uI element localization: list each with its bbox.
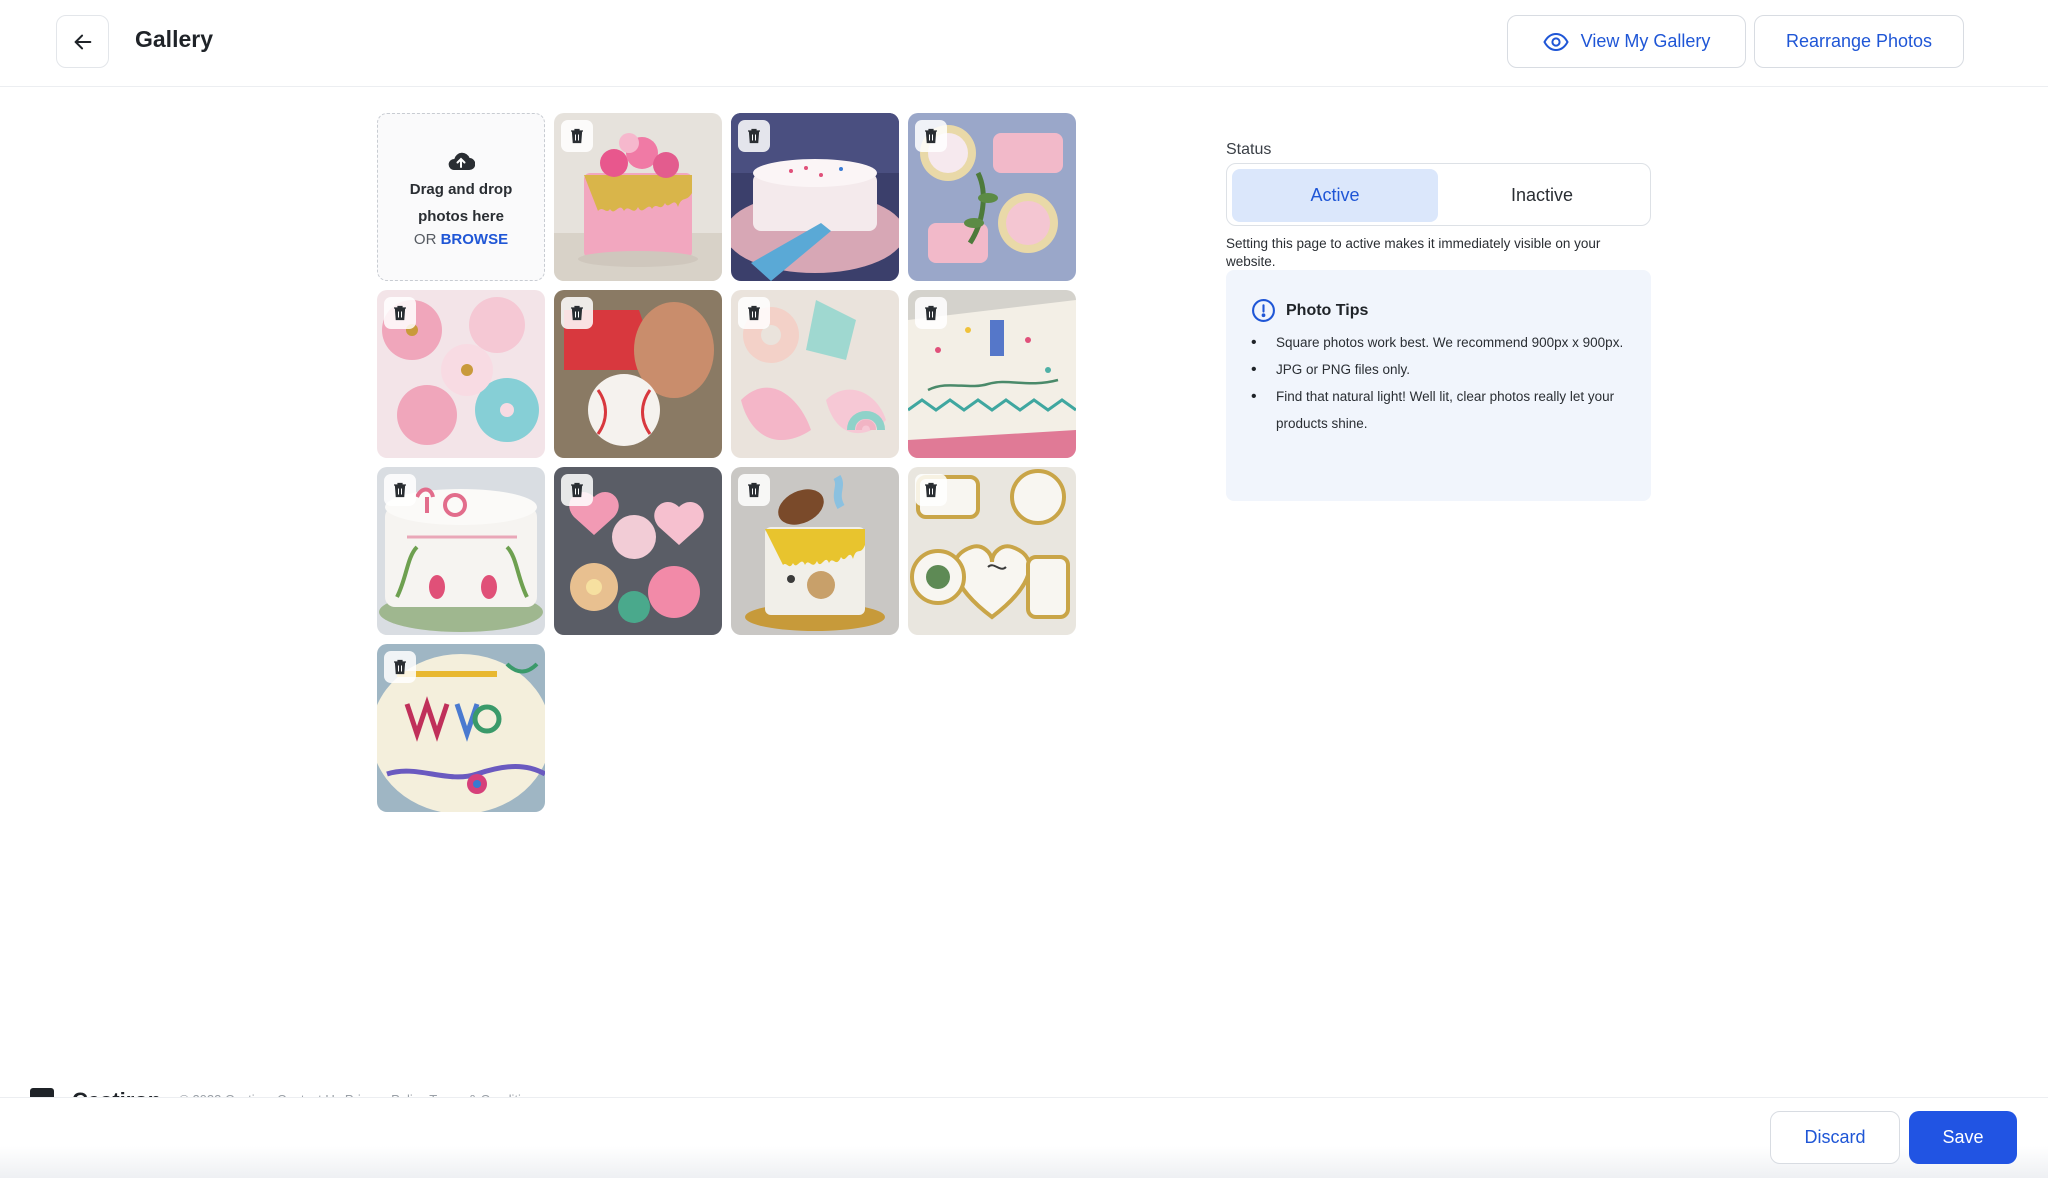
eye-icon xyxy=(1543,32,1569,51)
gallery-photo[interactable] xyxy=(731,290,899,458)
photo-tip: JPG or PNG files only. xyxy=(1251,356,1629,383)
trash-icon xyxy=(571,305,583,321)
gallery-photo[interactable] xyxy=(554,290,722,458)
gallery-photo[interactable] xyxy=(731,467,899,635)
save-button[interactable]: Save xyxy=(1909,1111,2017,1164)
gallery-photo[interactable] xyxy=(377,644,545,812)
photo-grid: Drag and drop photos here OR BROWSE xyxy=(377,113,1076,812)
gallery-photo[interactable] xyxy=(908,467,1076,635)
cloud-upload-icon xyxy=(448,152,475,171)
photo-tips-panel: Photo Tips Square photos work best. We r… xyxy=(1226,270,1651,501)
page-title: Gallery xyxy=(135,26,213,52)
trash-icon xyxy=(925,482,937,498)
trash-icon xyxy=(748,305,760,321)
discard-button[interactable]: Discard xyxy=(1770,1111,1900,1164)
trash-icon xyxy=(571,482,583,498)
gallery-photo[interactable] xyxy=(908,290,1076,458)
delete-photo-button[interactable] xyxy=(738,297,770,329)
gallery-photo[interactable] xyxy=(908,113,1076,281)
view-my-gallery-button[interactable]: View My Gallery xyxy=(1507,15,1746,68)
delete-photo-button[interactable] xyxy=(561,474,593,506)
upload-or: OR xyxy=(413,231,437,248)
status-toggle: Active Inactive xyxy=(1226,163,1651,226)
delete-photo-button[interactable] xyxy=(561,120,593,152)
status-active-option[interactable]: Active xyxy=(1232,169,1438,222)
browse-link[interactable]: BROWSE xyxy=(441,231,509,248)
delete-photo-button[interactable] xyxy=(384,651,416,683)
delete-photo-button[interactable] xyxy=(384,297,416,329)
gallery-photo[interactable] xyxy=(377,290,545,458)
info-icon xyxy=(1252,299,1275,322)
delete-photo-button[interactable] xyxy=(384,474,416,506)
trash-icon xyxy=(394,482,406,498)
upload-dropzone[interactable]: Drag and drop photos here OR BROWSE xyxy=(377,113,545,281)
delete-photo-button[interactable] xyxy=(915,297,947,329)
arrow-left-icon xyxy=(74,34,91,49)
trash-icon xyxy=(925,305,937,321)
action-bar: Discard Save xyxy=(0,1097,2048,1178)
status-help-text: Setting this page to active makes it imm… xyxy=(1226,236,1601,269)
photo-tips-list: Square photos work best. We recommend 90… xyxy=(1251,329,1629,437)
gallery-photo[interactable] xyxy=(554,467,722,635)
trash-icon xyxy=(748,128,760,144)
trash-icon xyxy=(394,305,406,321)
photo-tip: Find that natural light! Well lit, clear… xyxy=(1251,383,1629,437)
trash-icon xyxy=(394,659,406,675)
rearrange-photos-button[interactable]: Rearrange Photos xyxy=(1754,15,1964,68)
trash-icon xyxy=(748,482,760,498)
trash-icon xyxy=(571,128,583,144)
delete-photo-button[interactable] xyxy=(738,120,770,152)
delete-photo-button[interactable] xyxy=(915,120,947,152)
back-button[interactable] xyxy=(56,15,109,68)
view-my-gallery-label: View My Gallery xyxy=(1580,31,1711,51)
trash-icon xyxy=(925,128,937,144)
delete-photo-button[interactable] xyxy=(738,474,770,506)
photo-tip: Square photos work best. We recommend 90… xyxy=(1251,329,1629,356)
page-header: Gallery View My Gallery Rearrange Photos xyxy=(0,0,2048,87)
gallery-photo[interactable] xyxy=(731,113,899,281)
rearrange-photos-label: Rearrange Photos xyxy=(1785,31,1933,51)
delete-photo-button[interactable] xyxy=(561,297,593,329)
upload-text-line1: Drag and drop xyxy=(409,181,513,198)
gallery-photo[interactable] xyxy=(377,467,545,635)
upload-text-line2: photos here xyxy=(418,208,504,225)
status-label: Status xyxy=(1226,141,1272,158)
photo-tips-title: Photo Tips xyxy=(1286,301,1369,319)
delete-photo-button[interactable] xyxy=(915,474,947,506)
status-inactive-option[interactable]: Inactive xyxy=(1439,169,1645,222)
gallery-photo[interactable] xyxy=(554,113,722,281)
